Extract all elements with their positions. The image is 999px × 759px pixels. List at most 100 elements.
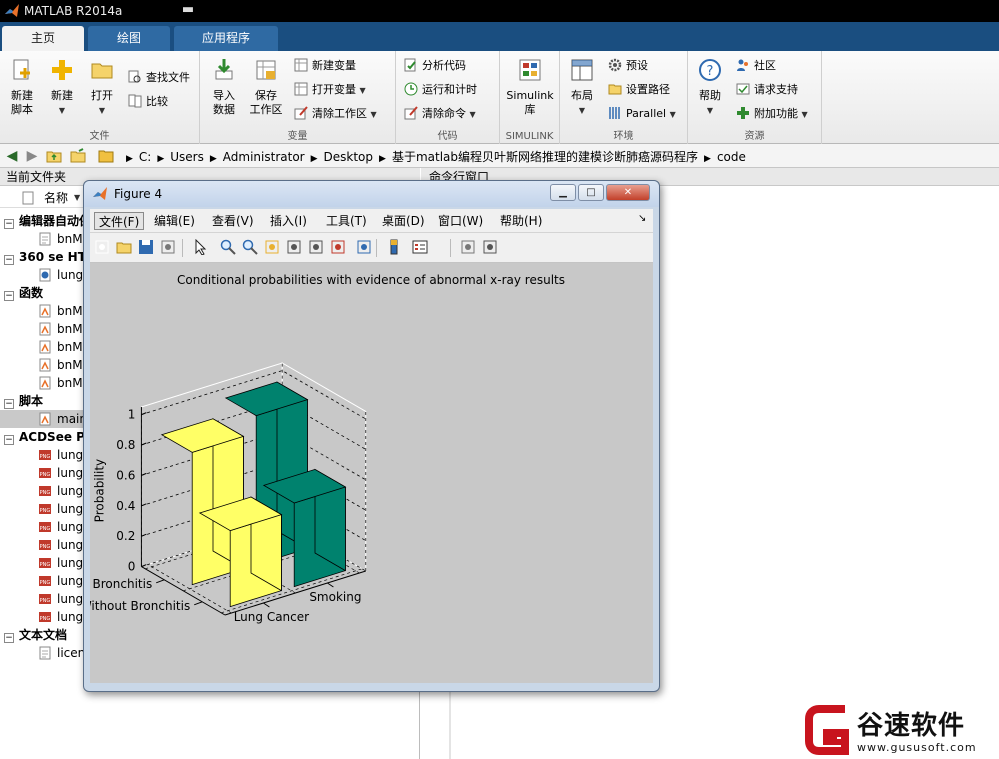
open-icon[interactable] xyxy=(116,239,132,255)
data-cursor-icon[interactable] xyxy=(308,239,324,255)
file-item[interactable]: bnM xyxy=(38,230,83,248)
hide-plot-tools-icon[interactable] xyxy=(460,239,476,255)
save-icon[interactable] xyxy=(138,239,154,255)
file-item[interactable]: main xyxy=(0,410,90,428)
breadcrumb-item[interactable]: C: xyxy=(139,150,151,164)
add-ons-button[interactable]: 附加功能 ▼ xyxy=(736,105,808,123)
open-button[interactable]: 打开 ▼ xyxy=(84,55,120,118)
add-ons-label: 附加功能 xyxy=(754,107,798,120)
legend-icon[interactable] xyxy=(412,239,428,255)
file-item[interactable]: licen xyxy=(38,644,85,662)
help-button[interactable]: ? 帮助 ▼ xyxy=(692,55,728,118)
pointer-icon[interactable] xyxy=(192,239,208,255)
figure-menu-item[interactable]: 文件(F) xyxy=(94,212,145,230)
colorbar-icon[interactable] xyxy=(386,239,402,255)
breadcrumb-item[interactable]: Users xyxy=(170,150,204,164)
file-item-label: bnM xyxy=(57,340,83,354)
file-item[interactable]: PNG lung xyxy=(38,482,83,500)
up-folder-icon[interactable] xyxy=(46,148,62,164)
file-item[interactable]: PNG lung xyxy=(38,608,83,626)
collapse-icon[interactable]: − xyxy=(4,219,14,229)
breadcrumb-item[interactable]: Administrator xyxy=(223,150,305,164)
collapse-icon[interactable]: − xyxy=(4,291,14,301)
file-item[interactable]: PNG lung xyxy=(38,500,83,518)
collapse-icon[interactable]: − xyxy=(4,633,14,643)
close-button[interactable]: ✕ xyxy=(606,184,650,201)
run-and-time-button[interactable]: 运行和计时 xyxy=(404,81,477,99)
figure-menu-item[interactable]: 查看(V) xyxy=(208,212,258,230)
collapse-icon[interactable]: − xyxy=(4,435,14,445)
file-item[interactable]: bnM xyxy=(38,356,83,374)
section-code: 分析代码 运行和计时 清除命令 ▼ 代码 xyxy=(396,51,500,144)
tab-home[interactable]: 主页 xyxy=(2,26,84,51)
pan-icon[interactable] xyxy=(264,239,280,255)
file-item[interactable]: PNG lung xyxy=(38,590,83,608)
new-script-button[interactable]: 新建 脚本 xyxy=(4,55,40,117)
figure-menu-item[interactable]: 工具(T) xyxy=(322,212,371,230)
new-button[interactable]: 新建 ▼ xyxy=(44,55,80,118)
save-workspace-button[interactable]: 保存 工作区 xyxy=(246,55,286,117)
clear-workspace-button[interactable]: 清除工作区 ▼ xyxy=(294,105,377,123)
dock-icon[interactable]: ↘ xyxy=(638,213,646,224)
file-item[interactable]: PNG lung xyxy=(38,518,83,536)
plot-area[interactable]: 0 0.2 0.4 0.6 0.8 1 Probability Without Bronchi… xyxy=(61,263,653,683)
sort-icon[interactable]: ▼ xyxy=(74,188,80,208)
open-variable-button[interactable]: 打开变量 ▼ xyxy=(294,81,366,99)
file-item[interactable]: PNG lung xyxy=(38,572,83,590)
file-item[interactable]: PNG lung xyxy=(38,446,83,464)
figure-menu-item[interactable]: 桌面(D) xyxy=(378,212,429,230)
parallel-button[interactable]: Parallel ▼ xyxy=(608,105,676,123)
file-item[interactable]: bnM xyxy=(38,374,83,392)
file-item[interactable]: bnM xyxy=(38,320,83,338)
zoom-in-icon[interactable] xyxy=(220,239,236,255)
bar3-chart[interactable]: 0 0.2 0.4 0.6 0.8 1 Probability Without Bronchi… xyxy=(61,263,653,683)
import-data-button[interactable]: 导入 数据 xyxy=(206,55,242,117)
new-variable-button[interactable]: 新建变量 xyxy=(294,57,356,75)
file-item[interactable]: lung xyxy=(38,266,83,284)
new-figure-icon[interactable] xyxy=(94,239,110,255)
file-item[interactable]: PNG lung xyxy=(38,536,83,554)
collapse-icon[interactable]: − xyxy=(4,255,14,265)
file-item[interactable]: PNG lung xyxy=(38,464,83,482)
clear-commands-button[interactable]: 清除命令 ▼ xyxy=(404,105,476,123)
link-icon[interactable] xyxy=(356,239,372,255)
analyze-code-button[interactable]: 分析代码 xyxy=(404,57,466,75)
figure-titlebar[interactable]: Figure 4 ▁ □ ✕ xyxy=(84,181,659,207)
rotate-icon[interactable] xyxy=(286,239,302,255)
minimize-button[interactable]: ▁ xyxy=(550,184,576,201)
figure-toolbar xyxy=(90,233,653,263)
maximize-button[interactable]: □ xyxy=(578,184,604,201)
tab-apps[interactable]: 应用程序 xyxy=(174,26,278,51)
forward-icon[interactable]: ▶ xyxy=(24,148,40,164)
collapse-icon[interactable]: − xyxy=(4,399,14,409)
back-icon[interactable]: ◀ xyxy=(4,148,20,164)
show-plot-tools-icon[interactable] xyxy=(482,239,498,255)
file-item[interactable]: bnM xyxy=(38,302,83,320)
compare-button[interactable]: 比较 xyxy=(128,93,168,111)
figure-menu-item[interactable]: 窗口(W) xyxy=(434,212,487,230)
minimize-icon[interactable]: ▬ xyxy=(175,2,201,19)
community-button[interactable]: 社区 xyxy=(736,57,776,75)
file-item[interactable]: bnM xyxy=(38,338,83,356)
request-support-button[interactable]: 请求支持 xyxy=(736,81,798,99)
breadcrumb-item[interactable]: Desktop xyxy=(324,150,374,164)
print-icon[interactable] xyxy=(160,239,176,255)
breadcrumb-item[interactable]: code xyxy=(717,150,746,164)
layout-button[interactable]: 布局 ▼ xyxy=(564,55,600,118)
figure-menu-item[interactable]: 插入(I) xyxy=(266,212,311,230)
figure-menu-item[interactable]: 帮助(H) xyxy=(496,212,546,230)
browse-folder-icon[interactable] xyxy=(70,148,86,164)
find-files-button[interactable]: 查找文件 xyxy=(128,69,190,87)
breadcrumb-item[interactable]: 基于matlab编程贝叶斯网络推理的建模诊断肺癌源码程序 xyxy=(392,150,698,164)
zoom-out-icon[interactable] xyxy=(242,239,258,255)
preferences-button[interactable]: 预设 xyxy=(608,57,648,75)
set-path-button[interactable]: 设置路径 xyxy=(608,81,670,99)
simulink-library-button[interactable]: Simulink 库 xyxy=(502,55,558,117)
file-item[interactable]: PNG lung xyxy=(38,554,83,572)
brush-icon[interactable] xyxy=(330,239,346,255)
tab-plots[interactable]: 绘图 xyxy=(88,26,170,51)
find-files-label: 查找文件 xyxy=(146,71,190,84)
analyze-code-icon xyxy=(404,58,416,72)
figure-menu-item[interactable]: 编辑(E) xyxy=(150,212,199,230)
save-workspace-icon xyxy=(256,60,276,80)
